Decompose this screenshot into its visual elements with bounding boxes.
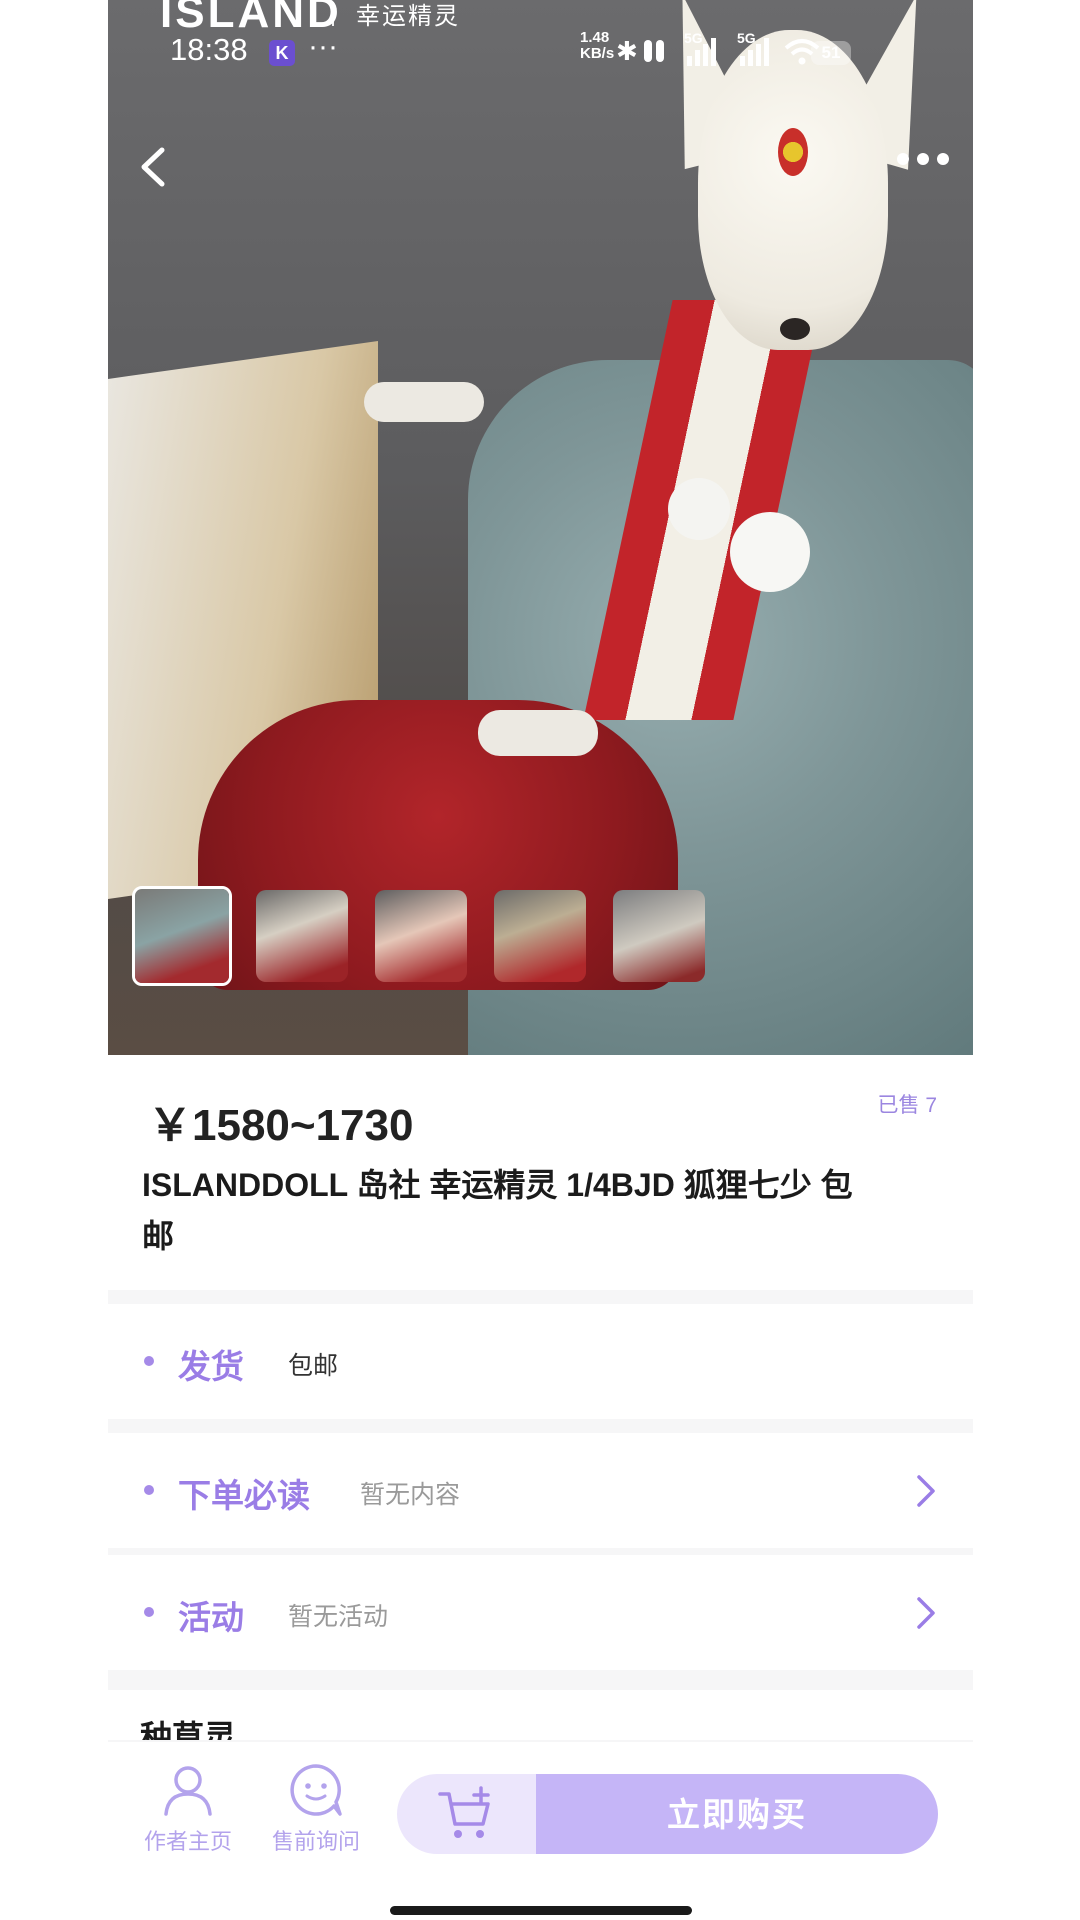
thumbnail-3[interactable] [375,890,467,982]
hero-hand [478,710,598,756]
next-section-peek: 种草灵 [108,1690,973,1740]
bullet-dot [144,1607,154,1617]
back-arrow-icon[interactable] [130,142,180,192]
activity-label: 活动 [178,1599,244,1636]
network-speed-value: 1.48 [580,29,610,46]
chevron-right-icon [917,1475,935,1507]
bullet-dot [144,1356,154,1366]
hero-pompom [668,478,730,540]
thumbnail-1[interactable] [132,886,232,986]
brand-subtitle: 幸运精灵 [356,3,460,30]
chat-face-icon [290,1764,342,1816]
author-home-label: 作者主页 [143,1829,232,1854]
brand-divider [332,2,334,26]
signal-icon [687,38,716,66]
status-time: 18:38 [170,32,248,67]
cart-plus-icon [438,1786,490,1838]
app-badge-icon: K [269,40,295,66]
signal-icon [740,38,769,66]
product-title: ISLANDDOLL 岛社 幸运精灵 1/4BJD 狐狸七少 包邮 [142,1167,853,1254]
hero-fox-head [698,30,888,350]
bluetooth-icon: ✱ [616,36,638,66]
battery-icon: 51 [811,41,851,65]
thumbnail-2[interactable] [256,890,348,982]
presale-inquiry-label: 售前询问 [271,1829,360,1854]
activity-row[interactable]: 活动 暂无活动 [108,1555,973,1670]
hero-third-eye [778,128,808,176]
price: ￥1580~1730 [148,1101,414,1150]
hero-hand [364,382,484,422]
order-notice-row[interactable]: 下单必读 暂无内容 [108,1433,973,1548]
network-speed-unit: KB/s [580,45,615,62]
add-to-cart-button[interactable] [397,1774,537,1854]
earbuds-icon [644,40,664,62]
activity-value: 暂无活动 [288,1603,389,1631]
thumbnail-5[interactable] [613,890,705,982]
chevron-right-icon [917,1597,935,1629]
shipping-label: 发货 [178,1348,244,1385]
user-icon [164,1766,212,1816]
sold-count: 已售 7 [877,1094,937,1117]
product-info-card: ￥1580~1730 已售 7 ISLANDDOLL 岛社 幸运精灵 1/4BJ… [108,1055,973,1290]
thumbnail-4[interactable] [494,890,586,982]
author-home-button[interactable]: 作者主页 [133,1762,243,1856]
network-speed: 1.48 KB/s [580,30,614,62]
next-section-title: 种草灵 [140,1719,237,1740]
shipping-row: 发货 包邮 [108,1304,973,1419]
home-indicator[interactable] [390,1906,692,1915]
hero-pompom [730,512,810,592]
hero-fox-nose [780,318,810,340]
shipping-value: 包邮 [288,1352,339,1380]
presale-inquiry-button[interactable]: 售前询问 [261,1762,371,1856]
bullet-dot [144,1485,154,1495]
more-options-icon[interactable] [893,144,953,174]
bottom-action-bar: 作者主页 售前询问 立即购买 [108,1742,973,1920]
buy-now-button[interactable]: 立即购买 [536,1774,938,1854]
order-notice-value: 暂无内容 [360,1481,461,1509]
order-notice-label: 下单必读 [178,1477,310,1514]
status-more-icon: ··· [308,30,338,63]
phone-screen: ISLAND 幸运精灵 18:38 K ··· 1.48 KB/s ✱ 5G 5… [108,0,973,1920]
product-hero-image[interactable]: ISLAND 幸运精灵 18:38 K ··· 1.48 KB/s ✱ 5G 5… [108,0,973,1055]
